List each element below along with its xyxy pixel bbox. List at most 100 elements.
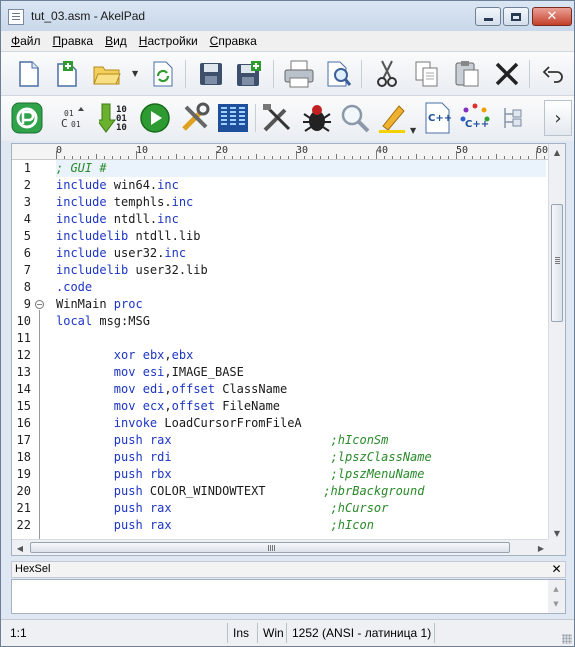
ruler-tick — [136, 151, 137, 159]
code-line[interactable]: include temphls.inc — [56, 194, 193, 211]
ruler-tick — [456, 151, 457, 159]
menu-help[interactable]: Справка — [204, 34, 263, 48]
app-icon[interactable] — [8, 9, 24, 25]
ruler-label: 40 — [376, 145, 389, 156]
title-bar[interactable]: tut_03.asm - AkelPad ✕ — [1, 1, 574, 31]
status-divider — [434, 623, 435, 643]
print-button[interactable] — [283, 58, 315, 90]
code-line[interactable]: push COLOR_WINDOWTEXT ;hbrBackground — [56, 483, 425, 500]
code-line[interactable]: push rax ;hCursor — [56, 500, 389, 517]
code-text: , — [164, 348, 172, 362]
code-line[interactable]: include win64.inc — [56, 177, 179, 194]
print-preview-button[interactable] — [323, 58, 355, 90]
code-area[interactable]: ; GUI # include win64.inc include temphls.… — [56, 160, 546, 541]
columns-button[interactable] — [217, 102, 249, 134]
scroll-down-icon[interactable]: ▼ — [548, 597, 564, 611]
binary-button[interactable]: 10 01 10 — [99, 102, 131, 134]
scroll-up-icon[interactable]: ▲ — [548, 582, 564, 596]
line-number: 19 — [16, 467, 31, 481]
vertical-scrollbar[interactable]: ▲ ▼ — [548, 144, 565, 541]
open-file-button[interactable] — [91, 58, 123, 90]
close-button[interactable]: ✕ — [532, 7, 572, 26]
settings-tools-icon — [182, 102, 210, 131]
menu-edit[interactable]: Правка — [47, 34, 100, 48]
menu-settings[interactable]: Настройки — [133, 34, 204, 48]
code-line[interactable]: push rax ;hIconSm — [56, 432, 389, 449]
ruler-tick — [208, 156, 209, 159]
codepage-button[interactable]: 01 C 01 — [59, 102, 91, 134]
code-line[interactable]: push rax ;hIcon — [56, 517, 374, 534]
code-keyword: mov — [113, 365, 136, 379]
code-line[interactable]: ; GUI # — [56, 160, 546, 177]
minimize-button[interactable] — [475, 7, 501, 26]
code-line[interactable]: mov esi,IMAGE_BASE — [56, 364, 244, 381]
debug-button[interactable] — [301, 102, 333, 134]
code-line[interactable]: mov ecx,offset FileName — [56, 398, 280, 415]
ruler-label: 60 — [536, 145, 549, 156]
code-line[interactable]: push rdi ;lpszClassName — [56, 449, 432, 466]
vertical-scroll-thumb[interactable] — [551, 204, 563, 322]
code-line[interactable]: include ntdll.inc — [56, 211, 179, 228]
undo-button[interactable] — [537, 58, 569, 90]
akelpad-window: tut_03.asm - AkelPad ✕ Файл Правка Вид Н… — [0, 0, 575, 647]
cpp-file-button[interactable]: C++ — [421, 102, 453, 134]
codepage-status[interactable]: 1252 (ANSI - латиница 1) — [289, 624, 431, 642]
menu-view[interactable]: Вид — [99, 34, 133, 48]
code-line[interactable]: include user32.inc — [56, 245, 186, 262]
code-line[interactable]: invoke LoadCursorFromFileA — [56, 415, 302, 432]
tools2-button[interactable] — [261, 102, 293, 134]
new-tab-button[interactable] — [51, 58, 83, 90]
fold-collapse-icon[interactable]: − — [35, 300, 44, 309]
scroll-up-icon[interactable]: ▲ — [549, 144, 565, 160]
save-button[interactable] — [195, 58, 227, 90]
ruler-tick — [192, 156, 193, 159]
akelpad-logo-button[interactable] — [11, 102, 43, 134]
menu-file[interactable]: Файл — [5, 34, 47, 48]
hexsel-panel-body[interactable]: ▲ ▼ — [11, 579, 566, 614]
insert-mode[interactable]: Ins — [230, 624, 249, 642]
hexsel-scrollbar[interactable]: ▲ ▼ — [548, 580, 565, 613]
code-line[interactable]: local msg:MSG — [56, 313, 150, 330]
code-line[interactable]: .code — [56, 279, 92, 296]
ruler-label: 10 — [136, 145, 149, 156]
save-all-button[interactable] — [233, 58, 265, 90]
delete-button[interactable] — [491, 58, 523, 90]
ruler-tick — [408, 156, 409, 159]
maximize-button[interactable] — [503, 7, 529, 26]
horizontal-scrollbar[interactable]: ◀ ▶ — [12, 539, 549, 555]
code-line[interactable]: includelib user32.lib — [56, 262, 208, 279]
line-number-gutter[interactable]: − 1 2 3 4 5 6 7 8 9 10 11 12 13 14 15 16 17 18 19 20 21 22 — [12, 160, 44, 541]
editor-pane[interactable]: 0 10 20 30 40 50 60 − 1 2 3 4 5 6 7 8 9 10 11 12 13 1… — [11, 143, 566, 556]
highlight-dropdown-arrow[interactable]: ▼ — [410, 126, 416, 135]
code-line[interactable]: includelib ntdll.lib — [56, 228, 201, 245]
tree-button[interactable] — [497, 102, 529, 134]
cpp-color-button[interactable]: C++ — [459, 102, 491, 134]
scroll-right-icon[interactable]: ▶ — [533, 540, 549, 556]
debug-bug-icon — [303, 105, 331, 132]
newline-format[interactable]: Win — [260, 624, 284, 642]
tools-button[interactable] — [179, 102, 211, 134]
toolbar-overflow-button[interactable]: › — [544, 100, 572, 136]
new-file-button[interactable] — [13, 58, 45, 90]
reopen-icon — [153, 61, 173, 87]
resize-grip[interactable] — [562, 634, 572, 644]
cut-button[interactable] — [371, 58, 403, 90]
copy-button[interactable] — [411, 58, 443, 90]
paste-button[interactable] — [451, 58, 483, 90]
run-button[interactable] — [139, 102, 171, 134]
scroll-left-icon[interactable]: ◀ — [12, 540, 28, 556]
open-dropdown-arrow[interactable]: ▼ — [132, 69, 138, 78]
code-line[interactable]: xor ebx,ebx — [56, 347, 194, 364]
code-line[interactable]: WinMain proc — [56, 296, 143, 313]
close-icon[interactable]: ✕ — [549, 562, 564, 577]
code-line[interactable]: mov edi,offset ClassName — [56, 381, 287, 398]
reopen-button[interactable] — [147, 58, 179, 90]
highlight-button[interactable] — [377, 102, 409, 134]
code-line[interactable]: push rbx ;lpszMenuName — [56, 466, 425, 483]
ruler-tick — [256, 154, 257, 159]
horizontal-scroll-thumb[interactable] — [30, 542, 510, 553]
find-button[interactable] — [339, 102, 371, 134]
